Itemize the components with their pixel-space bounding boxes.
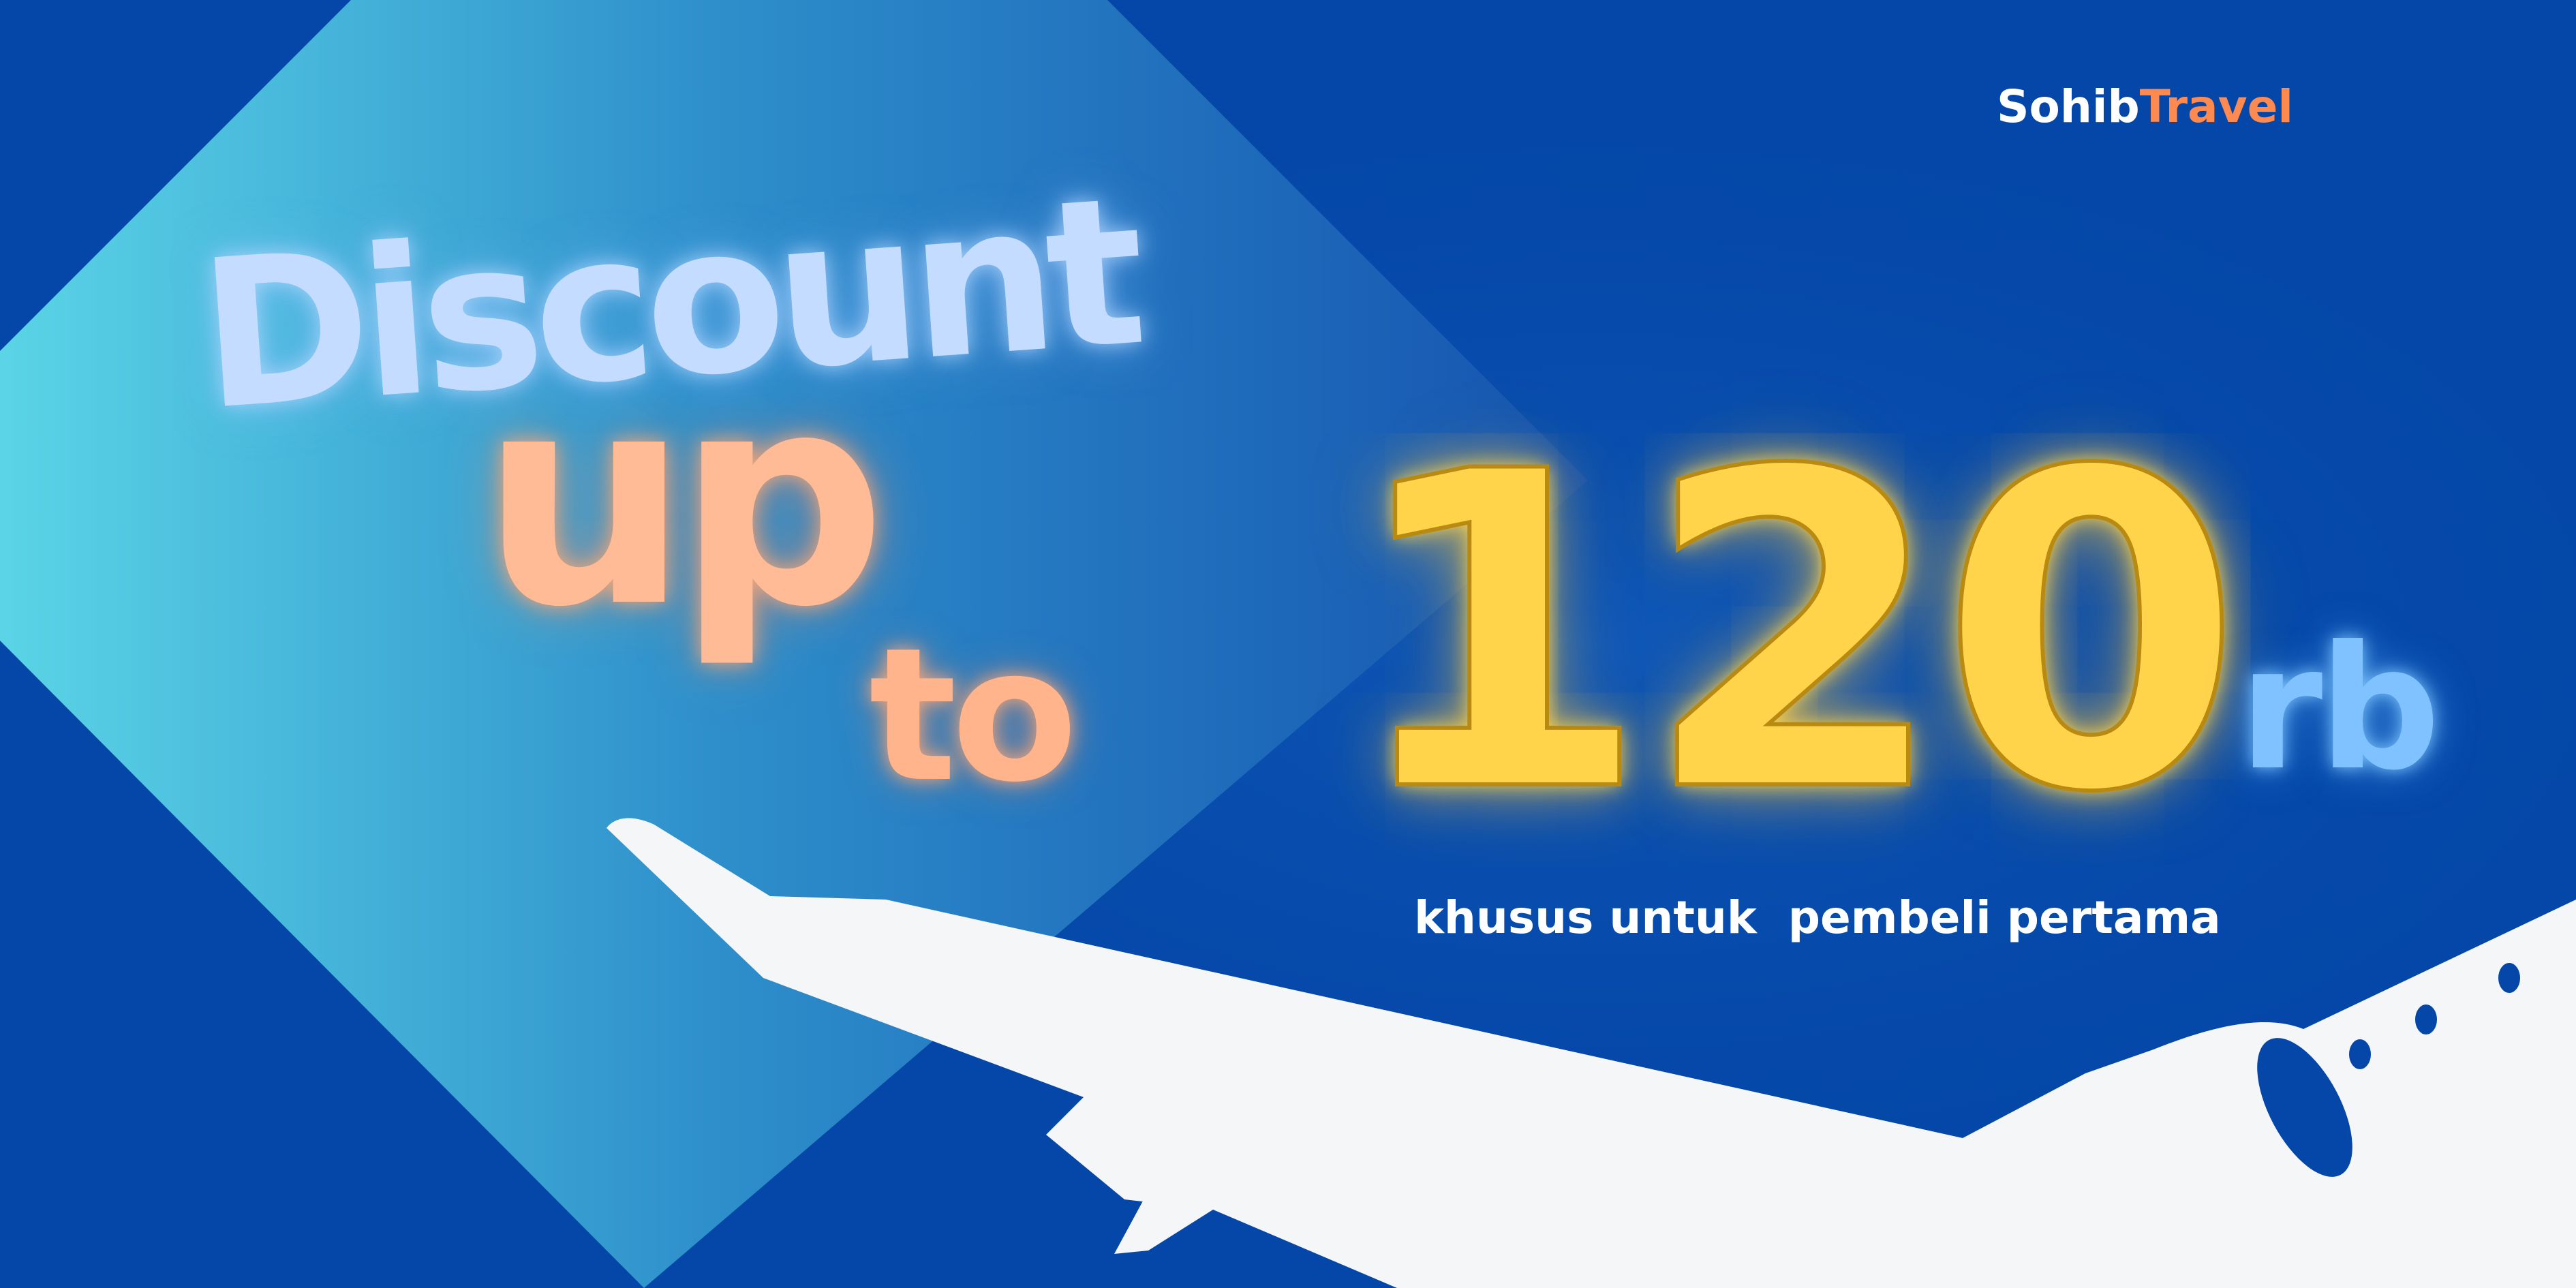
window-1 [2349,1039,2371,1069]
promo-tagline: khusus untuk pembeli pertama [1414,891,2221,944]
brand-logo: SohibTravel [1997,80,2293,133]
window-2 [2415,1005,2437,1034]
brand-part-2: Travel [2139,80,2293,133]
headline-to: to [869,608,1078,823]
brand-part-1: Sohib [1997,80,2140,133]
discount-amount: 120 [1344,380,2245,887]
promo-banner: SohibTravel Discount up to 120 rb khusus… [0,0,2576,1288]
amount-unit: rb [2239,609,2440,808]
headline-up: up [480,331,887,671]
window-3 [2498,963,2520,993]
